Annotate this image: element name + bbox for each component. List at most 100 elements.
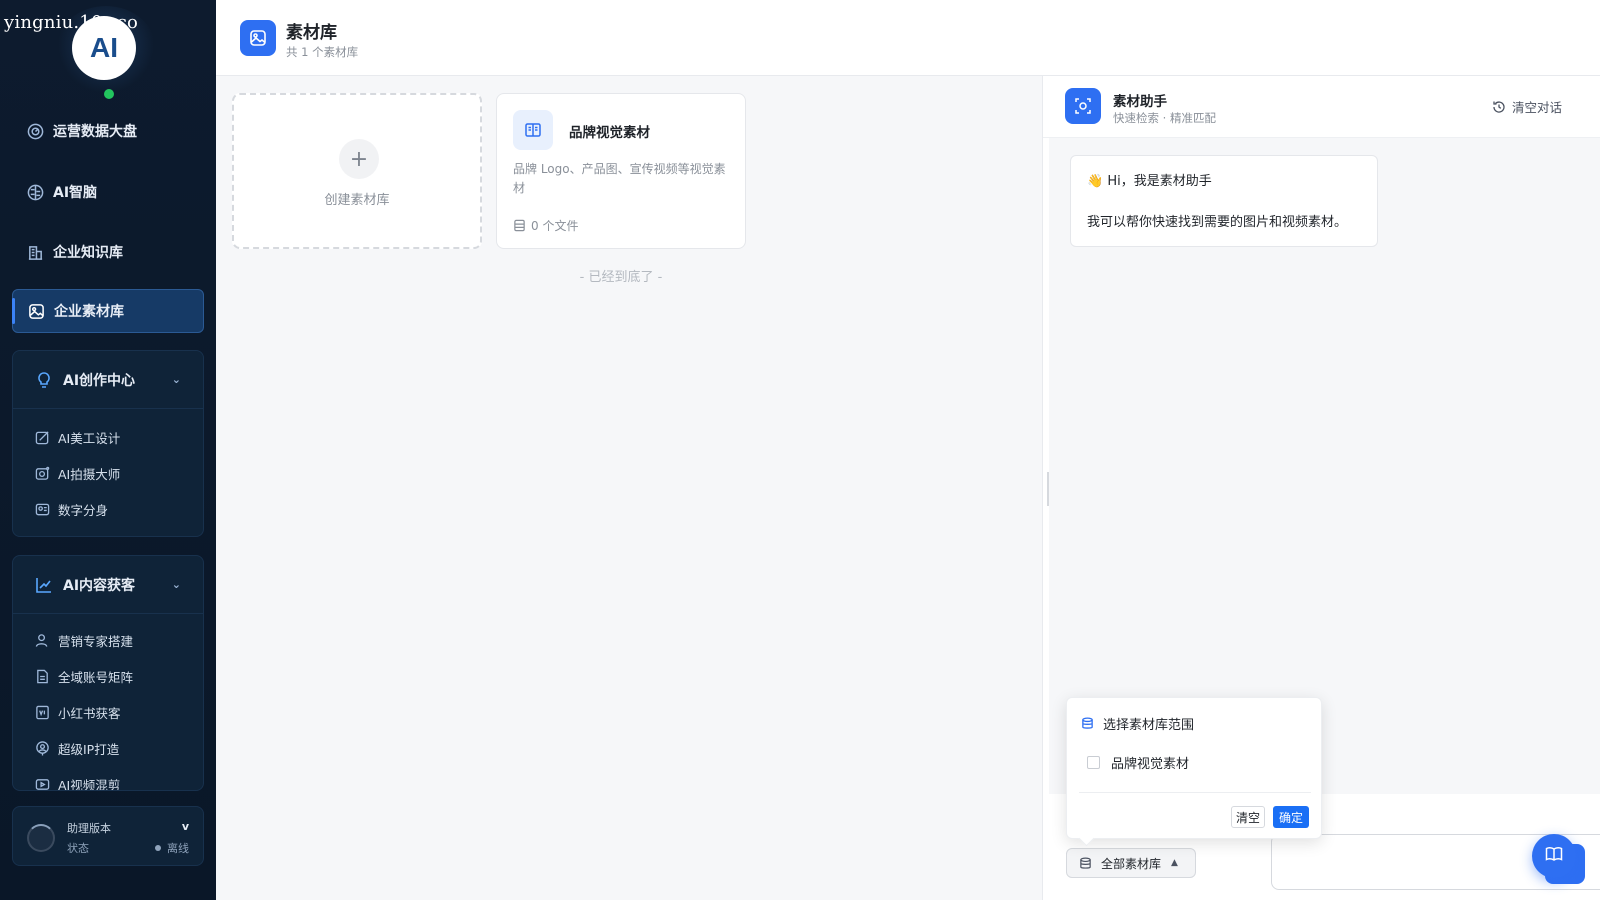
image-icon bbox=[240, 20, 276, 56]
building-icon bbox=[26, 243, 44, 261]
sidebar: yingniu.10v.co AI 运营数据大盘 AI智脑 企业知识库 企业素材… bbox=[0, 0, 216, 900]
bulb-icon bbox=[35, 371, 53, 389]
brain-icon bbox=[26, 183, 44, 201]
create-library-label: 创建素材库 bbox=[324, 193, 390, 208]
chevron-down-icon: ⌄ bbox=[171, 578, 181, 591]
message-text: 我可以帮你快速找到需要的图片和视频素材。 bbox=[1087, 215, 1348, 230]
clear-selection-button[interactable]: 清空 bbox=[1231, 806, 1265, 828]
user-icon bbox=[35, 633, 50, 648]
sidebar-item-dashboard[interactable]: 运营数据大盘 bbox=[12, 109, 204, 153]
library-file-count: 0 个文件 bbox=[513, 217, 578, 234]
assistant-title: 素材助手 bbox=[1113, 94, 1167, 110]
assistant-header: 素材助手 快速检索 · 精准匹配 清空对话 bbox=[1043, 76, 1600, 138]
divider bbox=[1079, 792, 1311, 793]
assistant-version-card: 助理版本 v 状态 离线 bbox=[12, 806, 204, 866]
sidebar-subitem-ai-photo[interactable]: AI拍摄大师 bbox=[13, 455, 203, 491]
sidebar-subitem-digital-avatar[interactable]: 数字分身 bbox=[13, 491, 203, 527]
confirm-button[interactable]: 确定 bbox=[1273, 806, 1309, 828]
sidebar-subitem-label: 营销专家搭建 bbox=[58, 633, 134, 649]
status-text: 离线 bbox=[167, 842, 189, 855]
library-option[interactable]: 品牌视觉素材 bbox=[1087, 753, 1189, 772]
sidebar-subitem-super-ip[interactable]: 超级IP打造 bbox=[13, 730, 203, 766]
note-icon bbox=[35, 705, 50, 720]
sidebar-subitem-ai-video[interactable]: AI视频混剪 bbox=[13, 766, 203, 791]
chevron-down-icon: ⌄ bbox=[171, 373, 181, 386]
library-scope-button[interactable]: 全部素材库 ▲ bbox=[1066, 848, 1196, 878]
assistant-message: 👋 Hi，我是素材助手 我可以帮你快速找到需要的图片和视频素材。 bbox=[1070, 155, 1378, 247]
assistant-subtitle: 快速检索 · 精准匹配 bbox=[1113, 111, 1216, 125]
popover-title: 选择素材库范围 bbox=[1081, 714, 1194, 733]
loading-spinner-icon bbox=[27, 824, 55, 852]
option-checkbox[interactable] bbox=[1087, 756, 1100, 769]
sidebar-item-material-library[interactable]: 企业素材库 bbox=[12, 289, 204, 333]
nav-group-header-ai-content[interactable]: AI内容获客 ⌄ bbox=[13, 556, 203, 614]
sidebar-item-label: 企业知识库 bbox=[53, 245, 123, 261]
nav-group-ai-creation: AI创作中心 ⌄ AI美工设计 AI拍摄大师 数字分身 bbox=[12, 350, 204, 537]
image-icon bbox=[27, 302, 45, 320]
page-title: 素材库 bbox=[286, 23, 337, 43]
nav-group-label: AI内容获客 bbox=[63, 577, 136, 594]
version-value: v bbox=[181, 820, 189, 833]
nav-group-label: AI创作中心 bbox=[63, 372, 136, 389]
state-label: 状态 bbox=[67, 842, 89, 855]
page-subtitle: 共 1 个素材库 bbox=[286, 45, 359, 59]
watermark: yingniu.10v.co bbox=[4, 12, 139, 33]
sidebar-item-knowledge-base[interactable]: 企业知识库 bbox=[12, 230, 204, 274]
avatar-icon bbox=[35, 502, 50, 517]
sidebar-item-ai-brain[interactable]: AI智脑 bbox=[12, 170, 204, 214]
end-of-list-text: - 已经到底了 - bbox=[579, 270, 663, 285]
wave-icon: 👋 bbox=[1087, 174, 1104, 189]
book-open-icon bbox=[1544, 844, 1564, 868]
scan-icon bbox=[1065, 88, 1101, 124]
camera-icon bbox=[35, 466, 50, 481]
library-grid: + 创建素材库 品牌视觉素材 品牌 Logo、产品图、宣传视频等视觉素材 0 个… bbox=[216, 76, 1042, 900]
floating-help-button[interactable] bbox=[1532, 834, 1576, 878]
dashboard-icon bbox=[26, 122, 44, 140]
greeting-line: 👋 Hi，我是素材助手 bbox=[1087, 170, 1361, 189]
database-icon bbox=[513, 219, 526, 232]
sidebar-subitem-label: 小红书获客 bbox=[58, 705, 121, 721]
scope-button-label: 全部素材库 bbox=[1101, 856, 1162, 871]
file-count-text: 0 个文件 bbox=[531, 219, 579, 233]
create-library-card[interactable]: + 创建素材库 bbox=[232, 93, 482, 249]
sidebar-subitem-label: AI拍摄大师 bbox=[58, 466, 121, 482]
sidebar-subitem-label: 全域账号矩阵 bbox=[58, 669, 134, 685]
sidebar-item-label: 企业素材库 bbox=[54, 304, 124, 320]
library-card[interactable]: 品牌视觉素材 品牌 Logo、产品图、宣传视频等视觉素材 0 个文件 bbox=[496, 93, 746, 249]
database-icon bbox=[1081, 717, 1094, 730]
sidebar-item-label: AI智脑 bbox=[53, 185, 98, 201]
ip-icon bbox=[35, 740, 50, 756]
library-description: 品牌 Logo、产品图、宣传视频等视觉素材 bbox=[513, 162, 726, 195]
option-label: 品牌视觉素材 bbox=[1111, 757, 1190, 772]
history-icon bbox=[1492, 100, 1506, 114]
database-icon bbox=[1079, 857, 1092, 870]
sidebar-subitem-account-matrix[interactable]: 全域账号矩阵 bbox=[13, 658, 203, 694]
sidebar-item-label: 运营数据大盘 bbox=[53, 124, 137, 140]
design-icon bbox=[35, 430, 50, 445]
video-icon bbox=[35, 777, 50, 791]
online-status-dot bbox=[104, 89, 114, 99]
plus-icon: + bbox=[339, 139, 379, 179]
clear-chat-label: 清空对话 bbox=[1511, 100, 1562, 115]
sidebar-subitem-label: AI视频混剪 bbox=[58, 777, 121, 791]
sidebar-subitem-ai-design[interactable]: AI美工设计 bbox=[13, 419, 203, 455]
page-header: 素材库 共 1 个素材库 bbox=[216, 0, 1600, 76]
sidebar-subitem-marketing-expert[interactable]: 营销专家搭建 bbox=[13, 622, 203, 658]
doc-icon bbox=[35, 669, 50, 684]
greeting-text: Hi，我是素材助手 bbox=[1107, 174, 1212, 189]
panel-resize-handle[interactable] bbox=[1047, 472, 1049, 506]
popover-title-text: 选择素材库范围 bbox=[1103, 718, 1195, 733]
library-title: 品牌视觉素材 bbox=[569, 125, 650, 141]
book-icon bbox=[513, 110, 553, 150]
nav-group-header-ai-creation[interactable]: AI创作中心 ⌄ bbox=[13, 351, 203, 409]
trend-icon bbox=[35, 576, 53, 594]
clear-chat-button[interactable]: 清空对话 bbox=[1492, 97, 1562, 116]
offline-dot-icon bbox=[155, 845, 161, 851]
chevron-up-icon: ▲ bbox=[1171, 858, 1178, 868]
version-label: 助理版本 bbox=[67, 822, 111, 835]
status-badge: 离线 bbox=[155, 840, 189, 856]
sidebar-subitem-label: 数字分身 bbox=[58, 502, 109, 518]
sidebar-subitem-label: 超级IP打造 bbox=[58, 741, 120, 757]
sidebar-subitem-xiaohongshu[interactable]: 小红书获客 bbox=[13, 694, 203, 730]
sidebar-subitem-label: AI美工设计 bbox=[58, 430, 121, 446]
